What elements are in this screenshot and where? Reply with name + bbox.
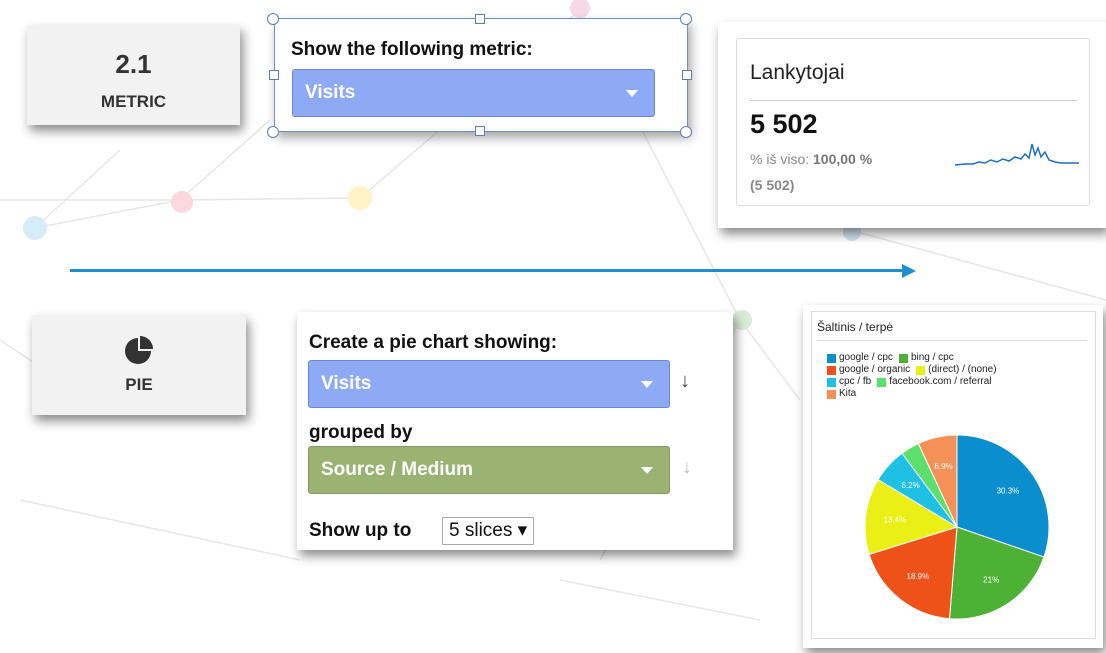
arrow-down-icon[interactable]: ↓ xyxy=(680,370,690,393)
ga-metric-title: Lankytojai xyxy=(750,61,845,84)
grouped-by-label: grouped by xyxy=(309,422,413,443)
legend-label: cpc / fb xyxy=(839,376,872,387)
legend-row-4: Kita xyxy=(827,388,997,400)
group-by-dropdown-value: Source / Medium xyxy=(321,459,474,480)
pie-slice-label: 30.3% xyxy=(997,487,1020,496)
resize-handle-bottom-right[interactable] xyxy=(680,126,692,138)
legend-row-3: cpc / fb facebook.com / referral xyxy=(827,376,997,388)
metric-dropdown[interactable]: Visits xyxy=(292,69,655,117)
legend-swatch xyxy=(877,377,887,387)
legend-row-1: google / cpc bing / cpc xyxy=(827,352,997,364)
pie-config-panel: Create a pie chart showing: Visits ↓ gro… xyxy=(297,312,733,550)
legend-swatch xyxy=(898,353,908,363)
pie-metric-dropdown-value: Visits xyxy=(321,373,372,394)
pie-tile-label: PIE xyxy=(125,375,153,394)
legend-label: google / cpc xyxy=(839,352,893,363)
metric-prompt: Show the following metric: xyxy=(291,39,533,60)
legend-swatch xyxy=(827,353,836,363)
pie-slice-label: 6.2% xyxy=(901,481,919,490)
legend-item: Kita xyxy=(827,388,856,400)
metric-tile-number: 2.1 xyxy=(115,49,152,79)
legend-swatch xyxy=(827,365,836,375)
resize-handle-right[interactable] xyxy=(682,70,692,80)
legend-item: facebook.com / referral xyxy=(877,376,992,388)
sparkline xyxy=(955,143,1079,166)
chart-title-divider xyxy=(817,340,1087,341)
pie-chart: 30.3% 21% 18.9% 13.4% 6.2% 6.9% xyxy=(864,434,1050,620)
pie-prompt: Create a pie chart showing: xyxy=(309,332,558,353)
legend-item: google / organic xyxy=(827,364,910,376)
ga-percent-prefix: % iš viso: xyxy=(750,151,810,167)
legend-label: (direct) / (none) xyxy=(928,364,997,375)
slices-select[interactable]: 5 slices ▾ xyxy=(442,517,535,545)
chart-title: Šaltinis / terpė xyxy=(817,320,894,334)
legend-label: bing / cpc xyxy=(910,352,954,363)
pie-slice-label: 18.9% xyxy=(907,572,930,581)
legend-label: google / organic xyxy=(839,364,911,375)
pie-slice-label: 21% xyxy=(983,575,999,584)
arrow-down-disabled-icon: ↓ xyxy=(682,457,692,478)
resize-handle-left[interactable] xyxy=(269,70,279,80)
resize-handle-bottom-left[interactable] xyxy=(267,126,279,138)
resize-handle-top[interactable] xyxy=(475,14,485,24)
legend-item: bing / cpc xyxy=(898,352,954,364)
pie-chart-icon xyxy=(125,336,153,364)
legend-swatch xyxy=(827,377,836,387)
legend-swatch xyxy=(916,365,926,375)
resize-handle-bottom[interactable] xyxy=(475,126,485,136)
resize-handle-top-right[interactable] xyxy=(680,13,692,25)
chevron-down-icon xyxy=(626,90,638,97)
ga-metric-value: 5 502 xyxy=(750,109,818,139)
pie-chart-card: Šaltinis / terpė google / cpc bing / cpc… xyxy=(803,305,1103,648)
legend-label: Kita xyxy=(839,388,857,399)
metric-tile[interactable]: 2.1 METRIC xyxy=(27,25,240,125)
legend-label: facebook.com / referral xyxy=(889,376,992,387)
ga-percent-line: % iš viso: 100,00 % xyxy=(750,151,872,167)
ga-percent-value: 100,00 % xyxy=(813,151,873,167)
flow-arrow-line xyxy=(70,269,905,272)
ga-divider xyxy=(750,100,1077,101)
legend-swatch xyxy=(827,389,836,399)
group-by-dropdown[interactable]: Source / Medium xyxy=(308,446,670,494)
legend-item: (direct) / (none) xyxy=(916,364,997,376)
legend-item: google / cpc xyxy=(827,352,893,364)
chart-legend: google / cpc bing / cpc google / organic… xyxy=(827,352,997,400)
resize-handle-top-left[interactable] xyxy=(267,13,279,25)
pie-chart-widget: Šaltinis / terpė google / cpc bing / cpc… xyxy=(811,311,1096,639)
ga-total: (5 502) xyxy=(750,177,795,193)
metric-dropdown-value: Visits xyxy=(305,82,356,103)
chevron-down-icon xyxy=(641,381,653,388)
pie-tile[interactable]: PIE xyxy=(32,315,246,415)
pie-slice-label: 6.9% xyxy=(934,462,952,471)
arrow-right-icon xyxy=(902,264,916,278)
metric-tile-label: METRIC xyxy=(100,92,167,111)
legend-row-2: google / organic (direct) / (none) xyxy=(827,364,997,376)
show-up-to-label: Show up to xyxy=(309,520,412,541)
legend-item: cpc / fb xyxy=(827,376,871,388)
pie-metric-dropdown[interactable]: Visits xyxy=(308,360,670,408)
pie-slice-label: 13.4% xyxy=(884,516,907,525)
chevron-down-icon xyxy=(641,467,653,474)
ga-metric-card: Lankytojai 5 502 % iš viso: 100,00 % (5 … xyxy=(718,22,1106,228)
ga-metric-widget: Lankytojai 5 502 % iš viso: 100,00 % (5 … xyxy=(736,38,1090,206)
metric-panel: Show the following metric: Visits xyxy=(274,18,688,132)
